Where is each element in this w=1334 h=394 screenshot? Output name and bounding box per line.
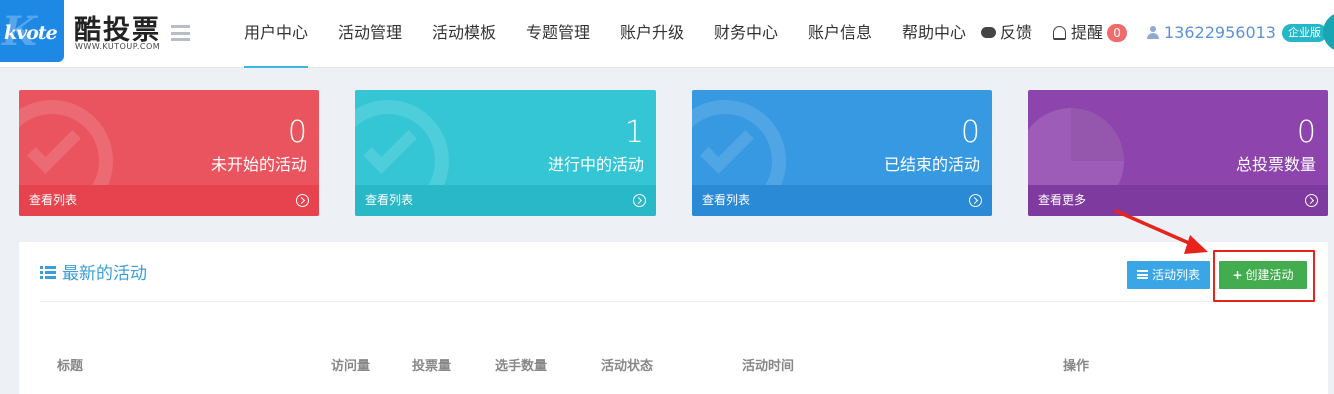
stat-link-view-list[interactable]: 查看列表 [692, 185, 992, 216]
list-icon [40, 265, 56, 279]
nav-item-finance-center[interactable]: 财务中心 [714, 0, 778, 68]
stat-value: 0 [960, 115, 980, 150]
stat-value: 1 [624, 115, 644, 150]
column-header-visits: 访问量 [331, 359, 371, 374]
stat-value: 0 [1296, 115, 1316, 150]
nav-item-user-center[interactable]: 用户中心 [244, 0, 309, 68]
column-header-votes: 投票量 [412, 359, 452, 374]
red-arrow-annotation [1114, 209, 1208, 254]
feedback-link[interactable]: 反馈 [981, 0, 1032, 68]
stat-label: 已结束的活动 [883, 155, 980, 174]
nav-item-activity-manage[interactable]: 活动管理 [338, 0, 402, 68]
stat-card-not-started: 0 未开始的活动 查看列表 [19, 90, 319, 216]
user-phone: 13622956013 [1164, 23, 1276, 42]
nav-item-account-info[interactable]: 账户信息 [808, 0, 872, 68]
column-header-status: 活动状态 [601, 359, 654, 374]
stat-value: 0 [287, 115, 307, 150]
column-header-contestants: 选手数量 [495, 359, 548, 374]
arrow-circle-right-icon [633, 194, 646, 207]
bell-icon [1053, 25, 1066, 40]
column-header-time: 活动时间 [742, 359, 795, 374]
column-header-actions: 操作 [1063, 359, 1090, 374]
feedback-label: 反馈 [1000, 23, 1033, 42]
arrow-circle-right-icon [969, 194, 982, 207]
arrow-circle-right-icon [296, 194, 309, 207]
stat-label: 未开始的活动 [210, 155, 307, 174]
nav-item-topic-manage[interactable]: 专题管理 [526, 0, 590, 68]
panel-title: 最新的活动 [40, 262, 147, 286]
arrow-circle-right-icon [1305, 194, 1318, 207]
nav-item-activity-template[interactable]: 活动模板 [432, 0, 496, 68]
list-icon [1137, 270, 1148, 279]
remind-count-badge: 0 [1107, 23, 1128, 42]
stat-label: 总投票数量 [1235, 155, 1316, 174]
remind-label: 提醒 [1071, 23, 1104, 42]
activity-list-button[interactable]: 活动列表 [1127, 261, 1211, 289]
stat-link-view-list[interactable]: 查看列表 [19, 185, 319, 216]
chat-icon [981, 27, 996, 38]
logo-text: kvote [4, 22, 58, 44]
stat-card-ended: 0 已结束的活动 查看列表 [692, 90, 992, 216]
user-icon [1147, 26, 1159, 39]
column-header-title: 标题 [57, 359, 84, 374]
menu-toggle-icon[interactable] [171, 25, 190, 41]
stat-link-view-list[interactable]: 查看列表 [355, 185, 656, 216]
highlight-box [1213, 250, 1315, 302]
kvote-logo[interactable]: K kvote [0, 0, 64, 62]
user-account-link[interactable]: 13622956013 企业版 [1147, 0, 1327, 68]
stat-card-total-votes: 0 总投票数量 查看更多 [1028, 90, 1328, 216]
remind-link[interactable]: 提醒 0 [1053, 0, 1128, 68]
stat-label: 进行中的活动 [547, 155, 644, 174]
nav-item-help-center[interactable]: 帮助中心 [902, 0, 966, 68]
stat-card-in-progress: 1 进行中的活动 查看列表 [355, 90, 656, 216]
nav-item-account-upgrade[interactable]: 账户升级 [620, 0, 684, 68]
account-type-badge: 企业版 [1281, 23, 1327, 42]
divider [40, 301, 1309, 302]
brand-url: WWW.KUTOUP.COM [75, 42, 161, 51]
top-header: K kvote 酷投票 WWW.KUTOUP.COM 用户中心 活动管理 活动模… [0, 0, 1334, 68]
